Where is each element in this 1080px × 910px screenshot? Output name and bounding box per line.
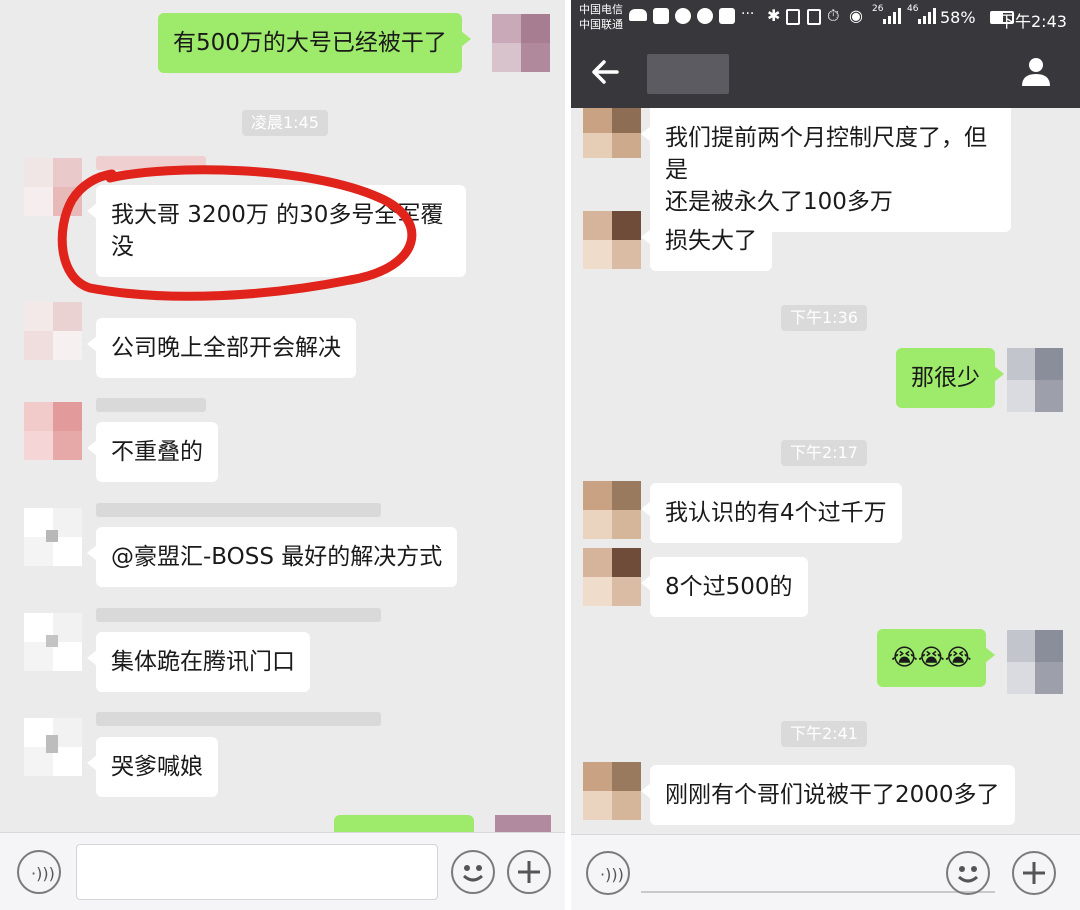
outgoing-emoji-message: 😭😭😭	[877, 629, 995, 687]
incoming-message: 集体跪在腾讯门口	[87, 632, 310, 692]
app-notification-icon	[719, 8, 735, 24]
carrier-label: 中国联通	[579, 18, 623, 31]
app-notification-icon	[653, 8, 669, 24]
sender-name-blurred	[96, 503, 381, 517]
own-avatar	[1007, 348, 1063, 412]
input-bar: ·)))	[571, 834, 1080, 910]
signal-bars-icon	[883, 8, 903, 24]
svg-text:·))): ·)))	[31, 864, 55, 883]
battery-percent: 58%	[940, 8, 976, 27]
incoming-message: 公司晚上全部开会解决	[87, 318, 356, 378]
red-highlight-circle	[57, 165, 417, 301]
incoming-message: 刚刚有个哥们说被干了2000多了	[641, 765, 1015, 825]
sender-name-blurred	[96, 712, 381, 726]
nfc-icon	[786, 9, 800, 25]
right-chat-screenshot: 中国电信 中国联通 ··· ✱ ⏱ ◉ 26 46 58% 下午2:43 我们提…	[571, 0, 1080, 910]
timestamp: 凌晨1:45	[242, 110, 328, 136]
plus-icon[interactable]	[1012, 851, 1056, 895]
smiley-icon[interactable]	[451, 850, 495, 894]
message-input[interactable]	[76, 844, 438, 900]
incoming-message: 不重叠的	[87, 422, 218, 482]
contact-avatar	[583, 548, 641, 606]
voice-wave-icon[interactable]: ·)))	[17, 850, 61, 894]
outgoing-message: 那很少	[896, 348, 1004, 408]
smiley-icon[interactable]	[946, 851, 990, 895]
clock-time: 下午2:43	[999, 12, 1067, 31]
plus-icon[interactable]	[507, 850, 551, 894]
contact-avatar	[583, 762, 641, 820]
left-chat-screenshot: 有500万的大号已经被干了 凌晨1:45 我大哥 3200万 的30多号全军覆 …	[0, 0, 565, 910]
carrier-label: 中国电信	[579, 3, 623, 16]
sender-name-blurred	[96, 398, 206, 412]
more-icon: ···	[741, 6, 755, 22]
vibrate-icon	[807, 9, 821, 25]
timestamp: 下午1:36	[781, 305, 867, 331]
eye-icon: ◉	[849, 6, 863, 25]
chat-header	[571, 36, 1080, 108]
contact-avatar	[24, 402, 82, 460]
incoming-message: 8个过500的	[641, 557, 808, 617]
incoming-message: 哭爹喊娘	[87, 737, 218, 797]
person-icon[interactable]	[1019, 54, 1053, 88]
incoming-message: 我认识的有4个过千万	[641, 483, 902, 543]
alarm-icon: ⏱	[827, 6, 840, 25]
contact-avatar	[24, 302, 82, 360]
signal-label: 46	[907, 4, 919, 14]
voice-wave-icon[interactable]: ·)))	[586, 851, 630, 895]
input-bar: ·)))	[0, 832, 565, 910]
status-bar: 中国电信 中国联通 ··· ✱ ⏱ ◉ 26 46 58% 下午2:43	[571, 0, 1080, 36]
message-input[interactable]	[641, 891, 995, 893]
svg-text:·))): ·)))	[600, 865, 624, 884]
cloud-icon	[629, 9, 647, 21]
incoming-message: @豪盟汇-BOSS 最好的解决方式	[86, 527, 458, 587]
signal-label: 26	[872, 4, 884, 14]
signal-bars-icon	[918, 8, 938, 24]
contact-avatar	[583, 108, 641, 158]
outgoing-message: 有500万的大号已经被干了	[158, 13, 471, 73]
own-avatar	[492, 14, 550, 72]
timestamp: 下午2:17	[781, 440, 867, 466]
contact-avatar	[583, 481, 641, 539]
incoming-message: 损失大了	[641, 211, 772, 271]
sender-name-blurred	[96, 608, 381, 622]
avatar-dot	[46, 735, 58, 753]
avatar-dot	[46, 635, 58, 647]
back-arrow-icon[interactable]	[589, 56, 621, 88]
qq-icon	[675, 8, 691, 24]
avatar-dot	[46, 530, 58, 542]
contact-avatar	[583, 211, 641, 269]
chat-icon	[697, 8, 713, 24]
contact-name-blurred	[647, 54, 729, 94]
timestamp: 下午2:41	[781, 721, 867, 747]
bluetooth-icon: ✱	[767, 6, 781, 25]
own-avatar	[1007, 630, 1063, 694]
